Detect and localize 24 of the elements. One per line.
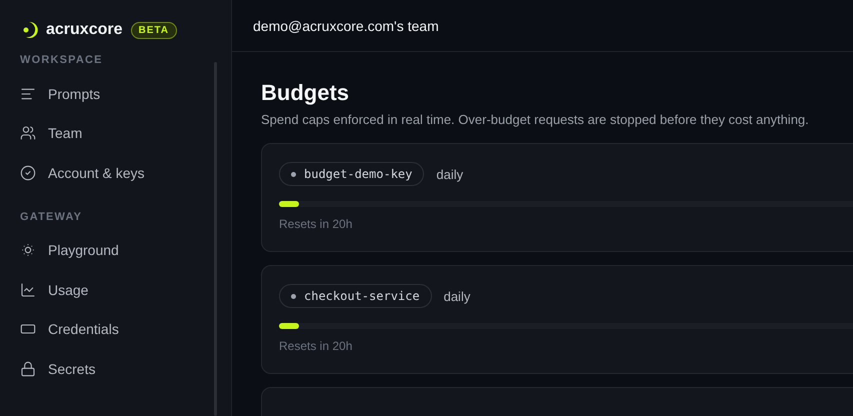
lock-icon	[20, 360, 36, 377]
users-icon	[20, 125, 36, 142]
nav-item[interactable]: Playground	[20, 230, 231, 270]
key-chip: checkout-service	[279, 284, 432, 308]
nav-item[interactable]: Secrets	[20, 349, 231, 388]
nav-item[interactable]: Usage	[20, 270, 231, 310]
page-subtitle: Spend caps enforced in real time. Over-budget requests are stopped before they cost anything.	[261, 112, 810, 127]
nav-item[interactable]: Credentials	[20, 310, 231, 349]
page-title: Budgets	[261, 80, 350, 106]
section-title: WORKSPACE	[20, 54, 104, 66]
reset-label: Resets in 20h	[279, 217, 354, 231]
reset-label: Resets in 20h	[279, 339, 354, 353]
brand-name: acruxcore	[46, 21, 122, 39]
check-circle-icon	[20, 164, 36, 181]
team-name[interactable]: demo@acruxcore.com's team	[253, 18, 439, 34]
period-label: daily	[444, 288, 470, 304]
nav-item[interactable]: Account & keys	[20, 153, 231, 192]
period-label: daily	[436, 166, 464, 182]
section-title: GATEWAY	[20, 210, 84, 222]
line-chart-icon	[20, 282, 36, 298]
beta-badge: BETA	[130, 22, 177, 38]
nav-item[interactable]: Team	[20, 114, 231, 153]
key-chip: budget-demo-key	[279, 162, 424, 186]
nav-item[interactable]: Prompts	[20, 74, 231, 114]
